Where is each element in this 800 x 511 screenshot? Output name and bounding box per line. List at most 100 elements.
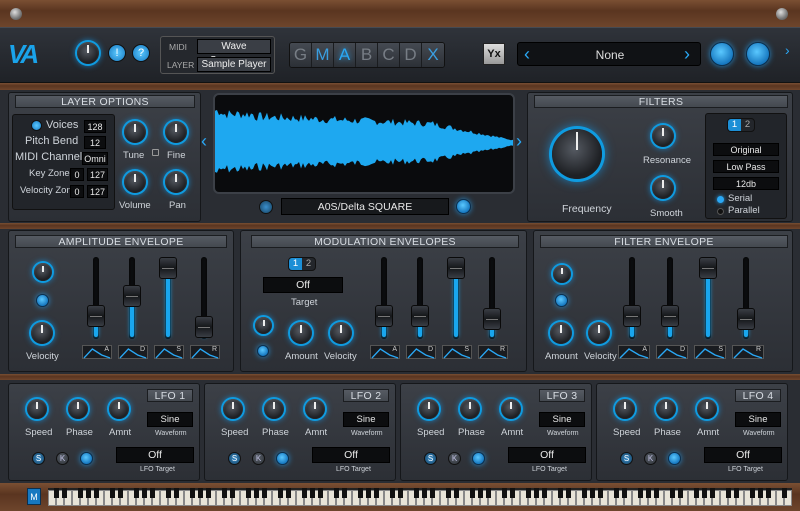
mod-env-tab-1[interactable]: 1 [289, 258, 302, 270]
black-key[interactable] [533, 488, 539, 498]
black-key[interactable] [525, 488, 531, 498]
lfo-menu-icon[interactable] [276, 452, 289, 465]
sample-prev-button[interactable] [259, 200, 273, 214]
black-key[interactable] [589, 488, 595, 498]
slider-thumb[interactable] [159, 257, 177, 279]
black-key[interactable] [365, 488, 371, 498]
black-key[interactable] [637, 488, 643, 498]
smooth-knob[interactable] [652, 177, 674, 199]
black-key[interactable] [53, 488, 59, 498]
black-key[interactable] [669, 488, 675, 498]
mod_env-slider-a[interactable] [375, 257, 393, 339]
key-zone-low[interactable]: 0 [70, 168, 84, 181]
filter_env-slider-d[interactable] [661, 257, 679, 339]
amp_env-slider-d[interactable] [123, 257, 141, 339]
midi-channel-value[interactable]: Omni [82, 152, 108, 165]
lfo-target-select[interactable]: Off [116, 447, 194, 463]
black-key[interactable] [229, 488, 235, 498]
fenv-shape-knob[interactable] [553, 265, 571, 283]
black-key[interactable] [653, 488, 659, 498]
velocity-zone-high[interactable]: 127 [87, 185, 108, 198]
black-key[interactable] [373, 488, 379, 498]
black-key[interactable] [253, 488, 259, 498]
slider-thumb[interactable] [87, 305, 105, 327]
lfo-sync-button[interactable]: S [424, 452, 437, 465]
mod-amount-knob[interactable] [290, 322, 312, 344]
slider-thumb[interactable] [699, 257, 717, 279]
lfo-key-button[interactable]: K [448, 452, 461, 465]
black-key[interactable] [357, 488, 363, 498]
waveform-display[interactable] [213, 93, 515, 194]
lfo-phase-knob[interactable] [68, 399, 88, 419]
black-key[interactable] [485, 488, 491, 498]
black-key[interactable] [197, 488, 203, 498]
lfo-phase-knob[interactable] [264, 399, 284, 419]
lfo-target-select[interactable]: Off [508, 447, 586, 463]
black-key[interactable] [149, 488, 155, 498]
black-key[interactable] [725, 488, 731, 498]
voices-toggle[interactable] [31, 120, 42, 131]
env-shape-s-icon[interactable]: S [694, 345, 726, 359]
black-key[interactable] [581, 488, 587, 498]
env-shape-d-icon[interactable]: D [656, 345, 688, 359]
black-key[interactable] [205, 488, 211, 498]
fine-knob[interactable] [165, 121, 187, 143]
black-key[interactable] [301, 488, 307, 498]
env-shape-r-icon[interactable]: R [190, 345, 220, 359]
black-key[interactable] [557, 488, 563, 498]
lfo-sync-button[interactable]: S [32, 452, 45, 465]
mod-velocity-knob[interactable] [330, 322, 352, 344]
black-key[interactable] [341, 488, 347, 498]
lfo-key-button[interactable]: K [644, 452, 657, 465]
keyboard-mode-button[interactable]: M [27, 488, 41, 505]
black-key[interactable] [701, 488, 707, 498]
sample-menu-icon[interactable] [456, 199, 471, 214]
black-key[interactable] [597, 488, 603, 498]
black-key[interactable] [285, 488, 291, 498]
key-zone-high[interactable]: 127 [87, 168, 108, 181]
black-key[interactable] [389, 488, 395, 498]
black-key[interactable] [453, 488, 459, 498]
pitch-bend-value[interactable]: 12 [84, 136, 106, 149]
frequency-knob[interactable] [552, 129, 602, 179]
filter_env-slider-a[interactable] [623, 257, 641, 339]
black-key[interactable] [109, 488, 115, 498]
env-shape-s-icon[interactable]: S [442, 345, 472, 359]
info-button[interactable]: ! [108, 44, 126, 62]
mod-env-tab-2[interactable]: 2 [302, 258, 315, 270]
black-key[interactable] [445, 488, 451, 498]
black-key[interactable] [317, 488, 323, 498]
black-key[interactable] [501, 488, 507, 498]
mod-shape-knob[interactable] [255, 317, 272, 334]
parallel-radio[interactable] [717, 208, 724, 215]
lfo-speed-knob[interactable] [27, 399, 47, 419]
search-icon[interactable] [710, 42, 734, 66]
black-key[interactable] [309, 488, 315, 498]
fenv-amount-knob[interactable] [550, 322, 572, 344]
lfo-speed-knob[interactable] [615, 399, 635, 419]
lock-icon[interactable] [152, 149, 159, 156]
env-shape-r-icon[interactable]: R [478, 345, 508, 359]
lfo-sync-button[interactable]: S [228, 452, 241, 465]
lfo-speed-knob[interactable] [223, 399, 243, 419]
black-key[interactable] [333, 488, 339, 498]
layer-select[interactable]: Sample Player [197, 57, 271, 72]
lfo-amount-knob[interactable] [501, 399, 521, 419]
slider-thumb[interactable] [483, 308, 501, 330]
mod_env-slider-r[interactable] [483, 257, 501, 339]
lfo-phase-knob[interactable] [460, 399, 480, 419]
mod-target-select[interactable]: Off [263, 277, 343, 293]
env-shape-r-icon[interactable]: R [732, 345, 764, 359]
swap-button[interactable]: Yx [483, 43, 505, 65]
black-key[interactable] [85, 488, 91, 498]
mod_env-slider-d[interactable] [411, 257, 429, 339]
slider-thumb[interactable] [737, 308, 755, 330]
filter-tab-2[interactable]: 2 [741, 119, 754, 131]
lfo-amount-knob[interactable] [697, 399, 717, 419]
lfo-sync-button[interactable]: S [620, 452, 633, 465]
black-key[interactable] [757, 488, 763, 498]
serial-radio[interactable] [717, 196, 724, 203]
black-key[interactable] [765, 488, 771, 498]
filter-mode-select[interactable]: Original [713, 143, 779, 156]
filter-slope-select[interactable]: 12db [713, 177, 779, 190]
